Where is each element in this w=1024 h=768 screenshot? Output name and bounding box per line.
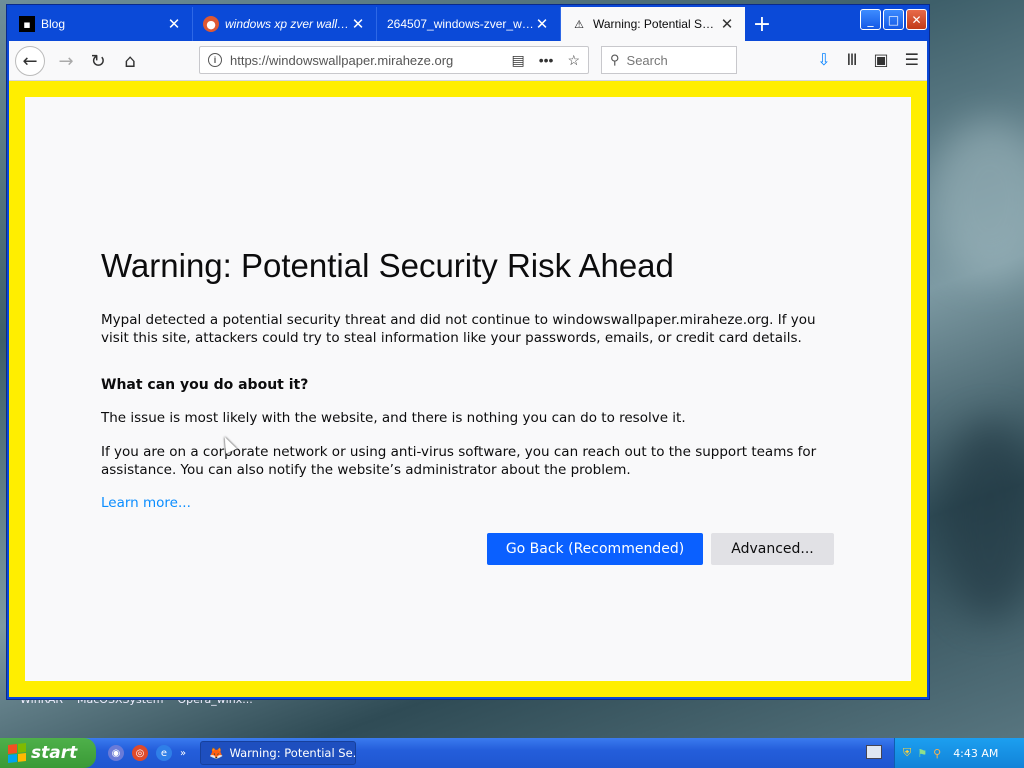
- home-button[interactable]: ⌂: [117, 48, 143, 74]
- advice-paragraph: If you are on a corporate network or usi…: [101, 444, 817, 478]
- advice-paragraph: The issue is most likely with the websit…: [101, 410, 686, 426]
- url-text[interactable]: https://windowswallpaper.miraheze.org: [230, 53, 511, 68]
- page-title: Warning: Potential Security Risk Ahead: [101, 247, 674, 284]
- search-placeholder: Search: [626, 52, 668, 68]
- menu-icon[interactable]: ☰: [905, 50, 919, 69]
- duckduckgo-icon: ●: [203, 16, 219, 32]
- quick-launch: ◉ ◎ e »: [108, 745, 186, 761]
- search-tray-icon[interactable]: ⚲: [933, 747, 941, 760]
- close-tab-icon[interactable]: ✕: [534, 15, 550, 33]
- wallpaper-detail: [930, 120, 1024, 280]
- tab-title: 264507_windows-zver_window: [387, 17, 534, 31]
- system-tray: ⛨ ⚑ ⚲ 4:43 AM: [894, 738, 1024, 768]
- more-icon[interactable]: »: [180, 748, 186, 759]
- minimize-button[interactable]: _: [860, 9, 881, 30]
- sidebar-icon[interactable]: ▣: [874, 50, 889, 69]
- learn-more-link[interactable]: Learn more...: [101, 495, 191, 511]
- warning-icon: ⚠: [574, 17, 584, 31]
- shield-icon[interactable]: ⛨: [903, 746, 911, 760]
- url-bar[interactable]: i https://windowswallpaper.miraheze.org …: [199, 46, 589, 74]
- reader-view-icon[interactable]: ▤: [511, 52, 524, 69]
- error-page: Warning: Potential Security Risk Ahead M…: [25, 97, 911, 681]
- tab-title: windows xp zver wallpaper: [225, 17, 350, 31]
- quick-launch-icon[interactable]: ◉: [108, 745, 124, 761]
- close-tab-icon[interactable]: ✕: [166, 15, 182, 33]
- new-tab-button[interactable]: +: [745, 7, 779, 41]
- start-button[interactable]: start: [0, 738, 96, 768]
- blog-favicon-icon: ▪: [19, 16, 35, 32]
- close-tab-icon[interactable]: ✕: [719, 15, 735, 33]
- site-info-icon[interactable]: i: [208, 53, 222, 67]
- tab-title: Warning: Potential Security: [593, 17, 719, 31]
- windows-logo-icon: [8, 743, 26, 763]
- back-button[interactable]: ←: [15, 46, 45, 76]
- forward-button[interactable]: →: [53, 48, 79, 74]
- tab-title: Blog: [41, 17, 66, 31]
- page-actions-icon[interactable]: •••: [539, 52, 554, 68]
- close-tab-icon[interactable]: ✕: [350, 15, 366, 33]
- window-controls: _ □ ✕: [860, 9, 927, 30]
- ie-icon[interactable]: e: [156, 745, 172, 761]
- close-window-button[interactable]: ✕: [906, 9, 927, 30]
- network-icon[interactable]: ⚑: [917, 747, 927, 760]
- maximize-button[interactable]: □: [883, 9, 904, 30]
- tab-security-warning[interactable]: ⚠ Warning: Potential Security ✕: [561, 7, 745, 41]
- advanced-button[interactable]: Advanced...: [711, 533, 834, 565]
- bookmark-star-icon[interactable]: ☆: [567, 52, 580, 69]
- wallpaper-detail: [940, 420, 1024, 620]
- library-icon[interactable]: Ⅲ: [847, 50, 858, 69]
- taskbar: start ◉ ◎ e » 🦊 Warning: Potential Se...…: [0, 738, 1024, 768]
- error-description: Mypal detected a potential security thre…: [101, 312, 816, 346]
- search-input[interactable]: ⚲ Search: [601, 46, 737, 74]
- taskbar-window-title: Warning: Potential Se...: [229, 746, 357, 760]
- browser-window: ▪ Blog ✕ ● windows xp zver wallpaper ✕ 2…: [6, 4, 930, 700]
- chrome-icon[interactable]: ◎: [132, 745, 148, 761]
- clock: 4:43 AM: [953, 746, 999, 760]
- page-frame: Warning: Potential Security Risk Ahead M…: [9, 81, 927, 697]
- navigation-toolbar: ← → ↻ ⌂ i https://windowswallpaper.mirah…: [9, 41, 927, 81]
- tab-bar: ▪ Blog ✕ ● windows xp zver wallpaper ✕ 2…: [9, 7, 927, 41]
- taskbar-window-button[interactable]: 🦊 Warning: Potential Se...: [200, 741, 357, 765]
- browser-icon: 🦊: [209, 746, 224, 760]
- toolbar-right: ⇩ Ⅲ ▣ ☰: [817, 50, 919, 69]
- reload-button[interactable]: ↻: [85, 48, 111, 74]
- start-label: start: [31, 743, 78, 763]
- download-icon[interactable]: ⇩: [817, 50, 830, 69]
- go-back-button[interactable]: Go Back (Recommended): [487, 533, 703, 565]
- search-icon: ⚲: [610, 52, 620, 67]
- keyboard-icon[interactable]: [866, 745, 882, 759]
- section-heading: What can you do about it?: [101, 377, 309, 393]
- tab-wallpaper-image[interactable]: 264507_windows-zver_window ✕: [377, 7, 561, 41]
- tab-wallpaper-search[interactable]: ● windows xp zver wallpaper ✕: [193, 7, 377, 41]
- tab-blog[interactable]: ▪ Blog ✕: [9, 7, 193, 41]
